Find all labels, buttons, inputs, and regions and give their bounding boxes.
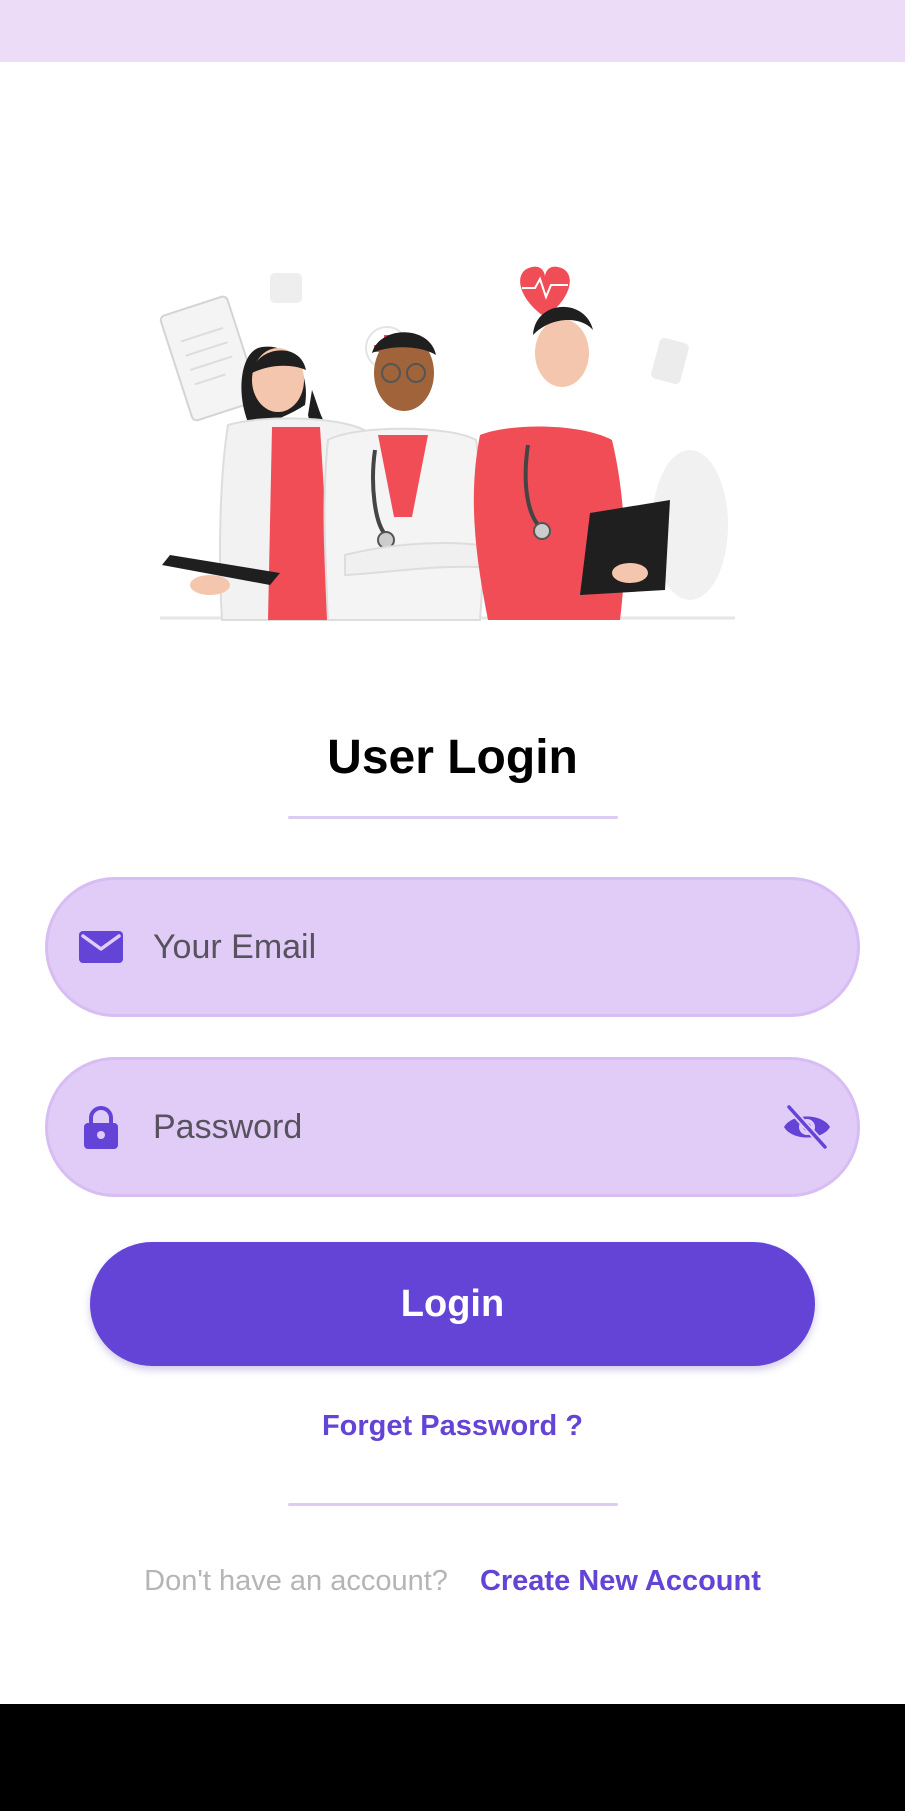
- bottom-divider: [288, 1503, 618, 1506]
- forgot-password-link[interactable]: Forget Password ?: [0, 1410, 905, 1443]
- page-title: User Login: [327, 731, 578, 784]
- password-input[interactable]: [153, 1099, 753, 1155]
- signup-prompt: Don't have an account?: [144, 1565, 448, 1597]
- doctors-illustration: [159, 266, 735, 621]
- title-divider: [288, 816, 618, 819]
- navigation-bar: [0, 1704, 905, 1811]
- login-screen: User Login Login Forget Password ? Don't…: [0, 0, 905, 1811]
- status-bar: [0, 0, 905, 62]
- login-button[interactable]: Login: [90, 1242, 815, 1366]
- lock-icon: [84, 1106, 118, 1149]
- create-account-link[interactable]: Create New Account: [480, 1565, 761, 1597]
- signup-row: Don't have an account? Create New Account: [0, 1565, 905, 1598]
- mail-icon: [79, 931, 123, 963]
- eye-off-icon[interactable]: [781, 1101, 833, 1153]
- email-field[interactable]: [45, 877, 860, 1017]
- email-input[interactable]: [153, 919, 753, 975]
- password-field[interactable]: [45, 1057, 860, 1197]
